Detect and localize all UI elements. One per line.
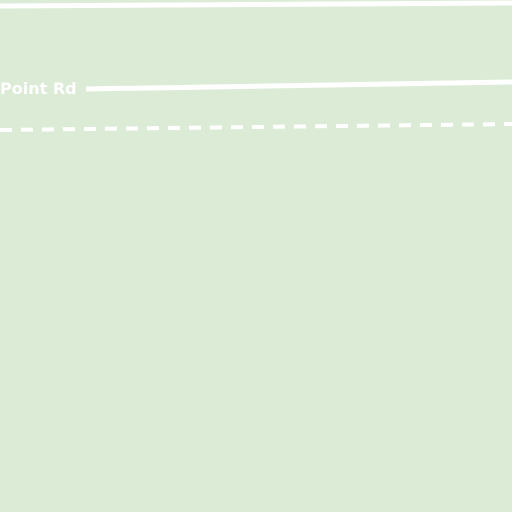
road-label-point-rd: Point Rd <box>0 79 77 98</box>
map-roads-layer <box>0 0 512 132</box>
map-canvas[interactable]: Point Rd <box>0 0 512 512</box>
dashed-path[interactable] <box>0 122 512 132</box>
top-road[interactable] <box>0 0 512 9</box>
point-rd-road[interactable] <box>85 79 512 92</box>
